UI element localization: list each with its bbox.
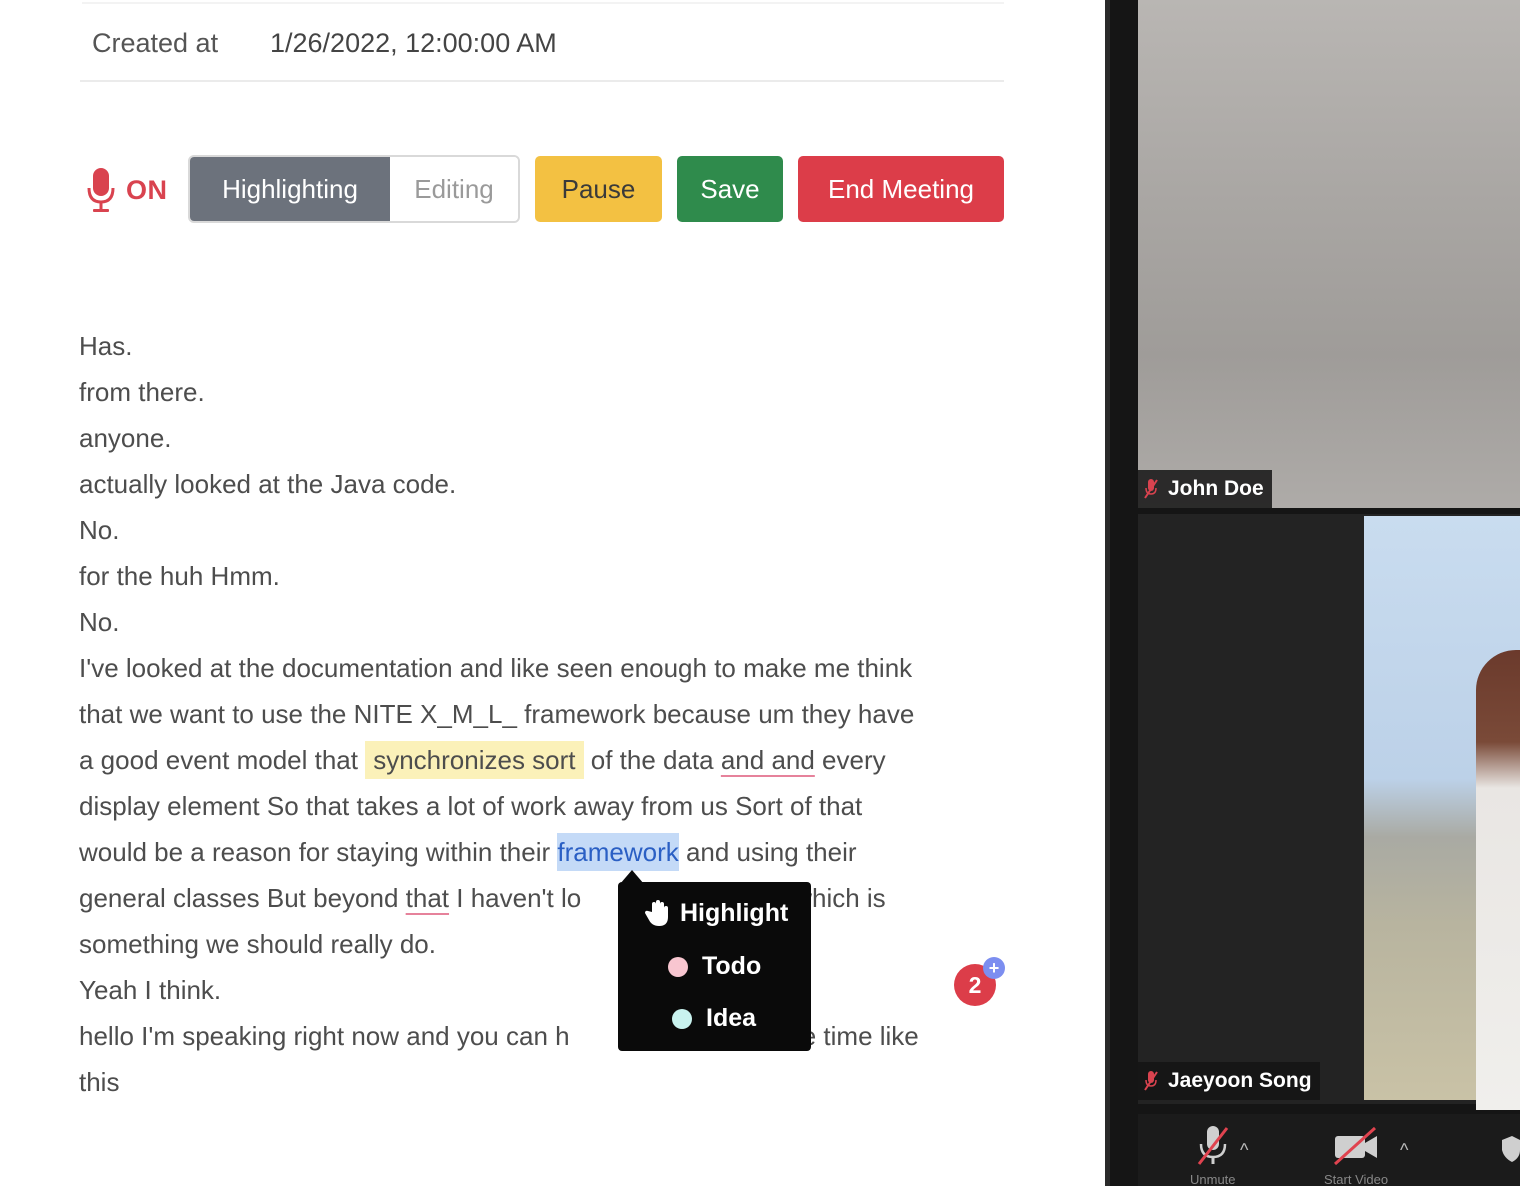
pause-button[interactable]: Pause bbox=[535, 156, 662, 222]
mic-status[interactable]: ON bbox=[84, 166, 168, 214]
transcript-pane: Created at 1/26/2022, 12:00:00 AM ON Hig… bbox=[0, 0, 1110, 1186]
transcript-line: this bbox=[79, 1067, 120, 1097]
save-button[interactable]: Save bbox=[677, 156, 783, 222]
highlighted-phrase[interactable]: synchronizes sort bbox=[365, 741, 584, 779]
menu-item-idea[interactable]: Idea bbox=[672, 1004, 756, 1033]
transcript-text[interactable]: Has. from there. anyone. actually looked… bbox=[79, 323, 1009, 1105]
transcript-line: actually looked at the Java code. bbox=[79, 469, 457, 499]
menu-item-highlight[interactable]: Highlight bbox=[642, 898, 788, 928]
microphone-icon bbox=[87, 168, 115, 212]
text-segment: general classes But beyond bbox=[79, 883, 406, 913]
mode-toggle-group: Highlighting Editing bbox=[188, 155, 520, 223]
shield-icon bbox=[1502, 1136, 1520, 1162]
text-segment: would be a reason for staying within the… bbox=[79, 837, 558, 867]
menu-item-todo[interactable]: Todo bbox=[668, 952, 761, 981]
transcript-line: No. bbox=[79, 515, 120, 545]
video-off-icon bbox=[1334, 1126, 1378, 1166]
created-at-value: 1/26/2022, 12:00:00 AM bbox=[270, 27, 557, 58]
participant-name: Jaeyoon Song bbox=[1168, 1069, 1312, 1092]
transcript-line: general classes But beyond that I haven'… bbox=[79, 875, 1009, 921]
participant-name-tag: John Doe bbox=[1138, 470, 1272, 508]
mic-muted-icon bbox=[1197, 1126, 1228, 1165]
mic-muted-icon bbox=[1144, 479, 1158, 499]
selected-text[interactable]: framework bbox=[557, 833, 679, 871]
chevron-up-icon[interactable]: ^ bbox=[1240, 1140, 1248, 1161]
transcript-line: hello I'm speaking right now and you can… bbox=[79, 1013, 1009, 1059]
text-segment: every bbox=[814, 745, 886, 775]
unmute-label: Unmute bbox=[1190, 1172, 1236, 1186]
flagged-phrase[interactable]: that bbox=[406, 883, 449, 913]
meeting-controls-bar: Unmute ^ Start Video ^ bbox=[1138, 1114, 1520, 1186]
video-pane: John Doe Jaeyoon Song Unmute ^ Start Vid… bbox=[1110, 0, 1520, 1186]
text-segment: hello I'm speaking right now and you can… bbox=[79, 1021, 570, 1051]
security-button[interactable] bbox=[1500, 1124, 1520, 1168]
mic-muted-icon bbox=[1144, 1071, 1158, 1091]
transcript-line: Has. bbox=[79, 331, 133, 361]
top-divider bbox=[82, 2, 1004, 4]
badge-plus-icon[interactable]: + bbox=[983, 957, 1005, 979]
app-window: Created at 1/26/2022, 12:00:00 AM ON Hig… bbox=[0, 0, 1520, 1186]
start-video-label: Start Video bbox=[1324, 1172, 1389, 1186]
editing-mode-button[interactable]: Editing bbox=[390, 157, 518, 221]
transcript-line: anyone. bbox=[79, 423, 172, 453]
transcript-line: that we want to use the NITE X_M_L_ fram… bbox=[79, 699, 915, 729]
menu-item-label: Idea bbox=[706, 1004, 757, 1032]
unmute-button[interactable]: Unmute bbox=[1190, 1124, 1236, 1186]
transcript-line: something we should really do. bbox=[79, 929, 436, 959]
text-segment: and using their bbox=[678, 837, 857, 867]
transcript-line: for the huh Hmm. bbox=[79, 561, 280, 591]
highlight-context-menu: Highlight Todo Idea bbox=[618, 882, 811, 1051]
transcript-line: from there. bbox=[79, 377, 205, 407]
text-segment: of the data bbox=[583, 745, 721, 775]
transcript-line: No. bbox=[79, 607, 120, 637]
hand-pointer-icon bbox=[644, 900, 668, 926]
transcript-line: I've looked at the documentation and lik… bbox=[79, 653, 913, 683]
transcript-line: display element So that takes a lot of w… bbox=[79, 791, 863, 821]
text-segment: a good event model that bbox=[79, 745, 366, 775]
transcript-line: a good event model that synchronizes sor… bbox=[79, 737, 1009, 783]
video-tile-john-doe[interactable] bbox=[1138, 0, 1520, 508]
transcript-line: would be a reason for staying within the… bbox=[79, 829, 1009, 875]
highlighting-mode-button[interactable]: Highlighting bbox=[190, 157, 390, 221]
menu-item-label: Todo bbox=[702, 952, 762, 980]
participant-figure bbox=[1476, 650, 1520, 1110]
meta-divider bbox=[80, 80, 1004, 82]
start-video-button[interactable]: Start Video bbox=[1324, 1124, 1388, 1186]
chevron-up-icon[interactable]: ^ bbox=[1400, 1140, 1408, 1161]
created-at-label: Created at bbox=[92, 27, 219, 58]
transcript-line: Yeah I think. bbox=[79, 975, 222, 1005]
flagged-phrase[interactable]: and and bbox=[721, 745, 815, 775]
mic-status-label: ON bbox=[126, 174, 168, 205]
participant-name: John Doe bbox=[1168, 477, 1264, 500]
text-segment: I haven't lo bbox=[449, 883, 582, 913]
end-meeting-button[interactable]: End Meeting bbox=[798, 156, 1004, 222]
todo-dot-icon bbox=[668, 956, 688, 977]
idea-dot-icon bbox=[672, 1008, 692, 1029]
created-at-row: Created at 1/26/2022, 12:00:00 AM bbox=[92, 26, 557, 60]
menu-item-label: Highlight bbox=[680, 898, 789, 927]
participant-name-tag: Jaeyoon Song bbox=[1138, 1062, 1320, 1100]
